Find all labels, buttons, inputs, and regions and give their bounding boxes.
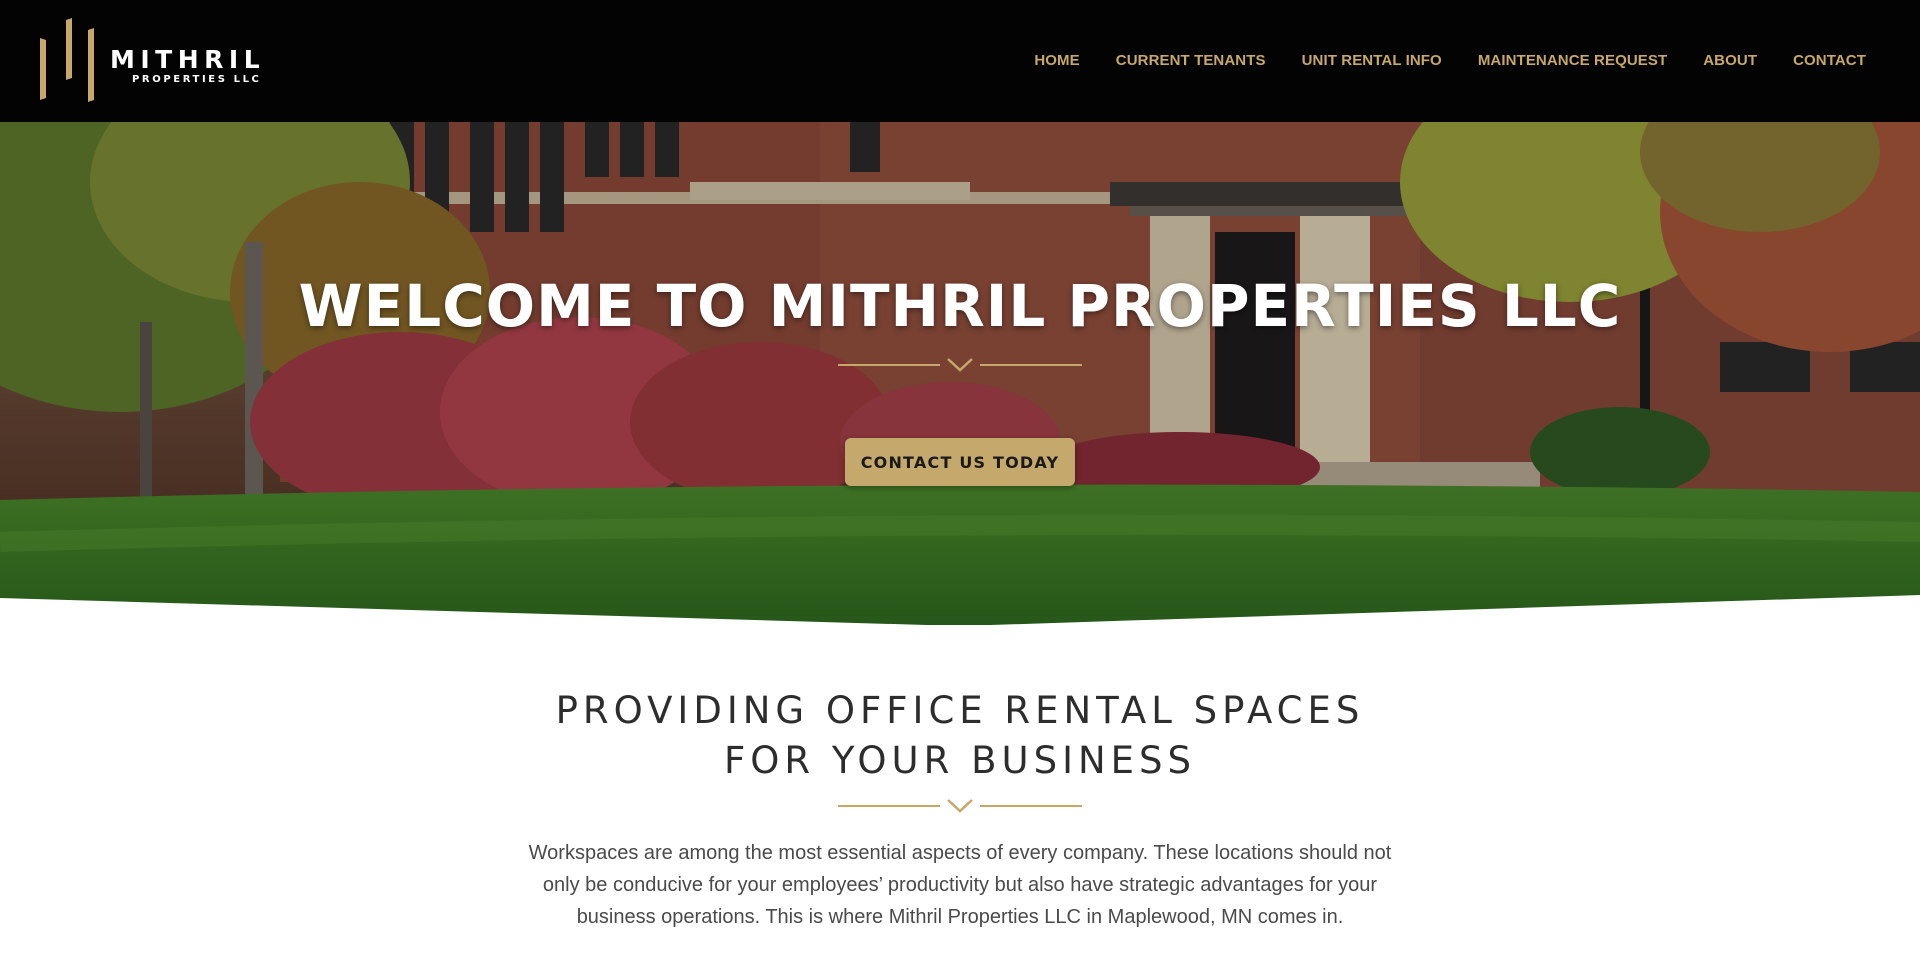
- logo-mark-icon: [40, 18, 94, 102]
- chevron-down-icon: [947, 799, 973, 813]
- site-header: MITHRIL PROPERTIES LLC HOME CURRENT TENA…: [0, 0, 1920, 122]
- hero-bottom-edge: [0, 595, 1920, 630]
- section-heading: PROVIDING OFFICE RENTAL SPACES FOR YOUR …: [0, 686, 1920, 786]
- nav-unit-rental-info[interactable]: UNIT RENTAL INFO: [1302, 52, 1442, 69]
- section-heading-line-1: PROVIDING OFFICE RENTAL SPACES: [555, 689, 1365, 732]
- nav-about[interactable]: ABOUT: [1703, 52, 1757, 69]
- intro-paragraph: Workspaces are among the most essential …: [528, 842, 1392, 928]
- nav-maintenance-request[interactable]: MAINTENANCE REQUEST: [1478, 52, 1667, 69]
- nav-current-tenants[interactable]: CURRENT TENANTS: [1116, 52, 1266, 69]
- main-nav: HOME CURRENT TENANTS UNIT RENTAL INFO MA…: [1034, 52, 1866, 69]
- logo[interactable]: MITHRIL PROPERTIES LLC: [38, 18, 288, 104]
- hero-divider: [838, 358, 1082, 372]
- nav-contact[interactable]: CONTACT: [1793, 52, 1866, 69]
- chevron-down-icon: [947, 358, 973, 372]
- section-divider: [838, 799, 1082, 813]
- logo-name: MITHRIL: [110, 45, 266, 74]
- contact-us-button[interactable]: CONTACT US TODAY: [845, 438, 1075, 486]
- hero-title: WELCOME TO MITHRIL PROPERTIES LLC: [298, 272, 1622, 340]
- logo-tagline: PROPERTIES LLC: [132, 74, 262, 85]
- section-heading-line-2: FOR YOUR BUSINESS: [723, 739, 1197, 782]
- hero-banner: WELCOME TO MITHRIL PROPERTIES LLC CONTAC…: [0, 122, 1920, 625]
- nav-home[interactable]: HOME: [1034, 52, 1079, 69]
